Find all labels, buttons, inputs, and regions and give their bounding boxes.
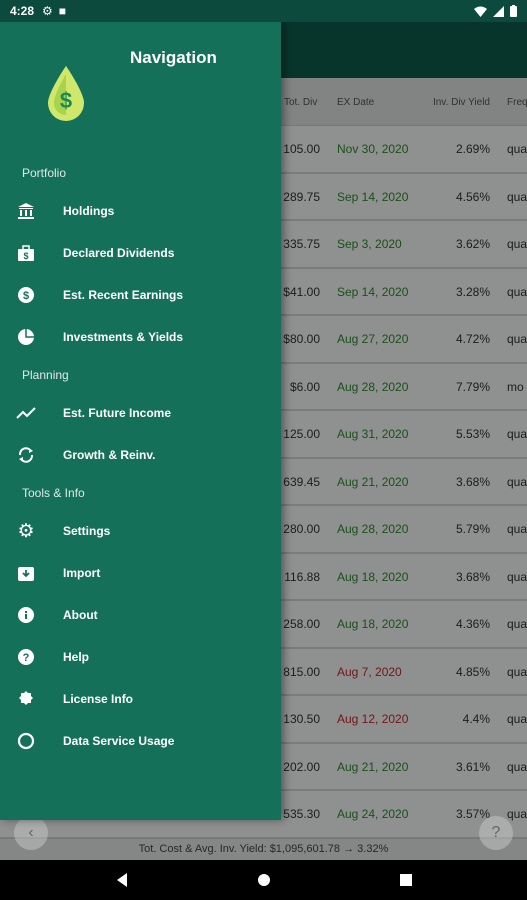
badge-icon [15, 688, 37, 710]
nav-help[interactable]: ? Help [0, 636, 281, 678]
nav-investments-yields[interactable]: Investments & Yields [0, 316, 281, 358]
signal-icon [493, 5, 504, 17]
svg-text:$: $ [23, 290, 29, 302]
briefcase-icon: $ [15, 242, 37, 264]
svg-text:$: $ [23, 251, 28, 261]
section-tools-info: Tools & Info [22, 486, 85, 500]
nav-data-service-usage-label: Data Service Usage [63, 734, 175, 748]
bank-icon [15, 200, 37, 222]
nav-holdings-label: Holdings [63, 204, 115, 218]
nav-growth-reinv[interactable]: Growth & Reinv. [0, 434, 281, 476]
navigation-drawer: $ Navigation Portfolio Holdings $ Declar… [0, 22, 281, 820]
system-nav-bar [0, 860, 527, 900]
nav-est-recent-earnings-label: Est. Recent Earnings [63, 288, 184, 302]
section-planning: Planning [22, 368, 69, 382]
nav-holdings[interactable]: Holdings [0, 190, 281, 232]
left-fab[interactable]: ‹ [14, 816, 48, 850]
status-time: 4:28 [10, 4, 35, 18]
help-fab[interactable]: ? [479, 816, 513, 850]
nav-est-future-income[interactable]: Est. Future Income [0, 392, 281, 434]
app-logo: $ [48, 66, 84, 121]
nav-license-info-label: License Info [63, 692, 134, 706]
recents-icon[interactable] [399, 872, 413, 888]
nav-import[interactable]: Import [0, 552, 281, 594]
drawer-header: $ Navigation [0, 22, 281, 156]
nav-about-label: About [63, 608, 98, 622]
nav-est-recent-earnings[interactable]: $ Est. Recent Earnings [0, 274, 281, 316]
dollar-coin-icon: $ [15, 284, 37, 306]
back-icon[interactable] [115, 872, 129, 888]
home-icon[interactable] [257, 872, 271, 888]
pie-chart-icon [15, 326, 37, 348]
nav-investments-yields-label: Investments & Yields [63, 330, 184, 344]
wifi-icon [474, 6, 487, 17]
nav-declared-dividends-label: Declared Dividends [63, 246, 175, 260]
ring-icon [15, 730, 37, 752]
svg-text:?: ? [23, 652, 30, 664]
trending-up-icon [15, 402, 37, 424]
help-icon: ? [15, 646, 37, 668]
refresh-icon [15, 444, 37, 466]
drawer-title: Navigation [130, 48, 217, 67]
gear-icon: ⚙ [17, 520, 35, 542]
battery-icon [510, 5, 517, 17]
nav-import-label: Import [63, 566, 101, 580]
nav-data-service-usage[interactable]: Data Service Usage [0, 720, 281, 762]
nav-license-info[interactable]: License Info [0, 678, 281, 720]
status-bar: 4:28 ⚙ ■ [0, 0, 527, 22]
nav-declared-dividends[interactable]: $ Declared Dividends [0, 232, 281, 274]
nav-est-future-income-label: Est. Future Income [63, 406, 172, 420]
svg-text:$: $ [60, 88, 72, 113]
notification-status-icon: ■ [58, 4, 67, 18]
gear-status-icon: ⚙ [42, 4, 53, 18]
nav-growth-reinv-label: Growth & Reinv. [63, 448, 156, 462]
nav-help-label: Help [63, 650, 90, 664]
app-content: Tot. Div EX Date Inv. Div Yield Freq 105… [0, 22, 527, 860]
section-portfolio: Portfolio [22, 166, 67, 180]
nav-about[interactable]: About [0, 594, 281, 636]
nav-settings[interactable]: ⚙ Settings [0, 510, 281, 552]
info-icon [15, 604, 37, 626]
nav-settings-label: Settings [63, 524, 111, 538]
import-icon [15, 562, 37, 584]
